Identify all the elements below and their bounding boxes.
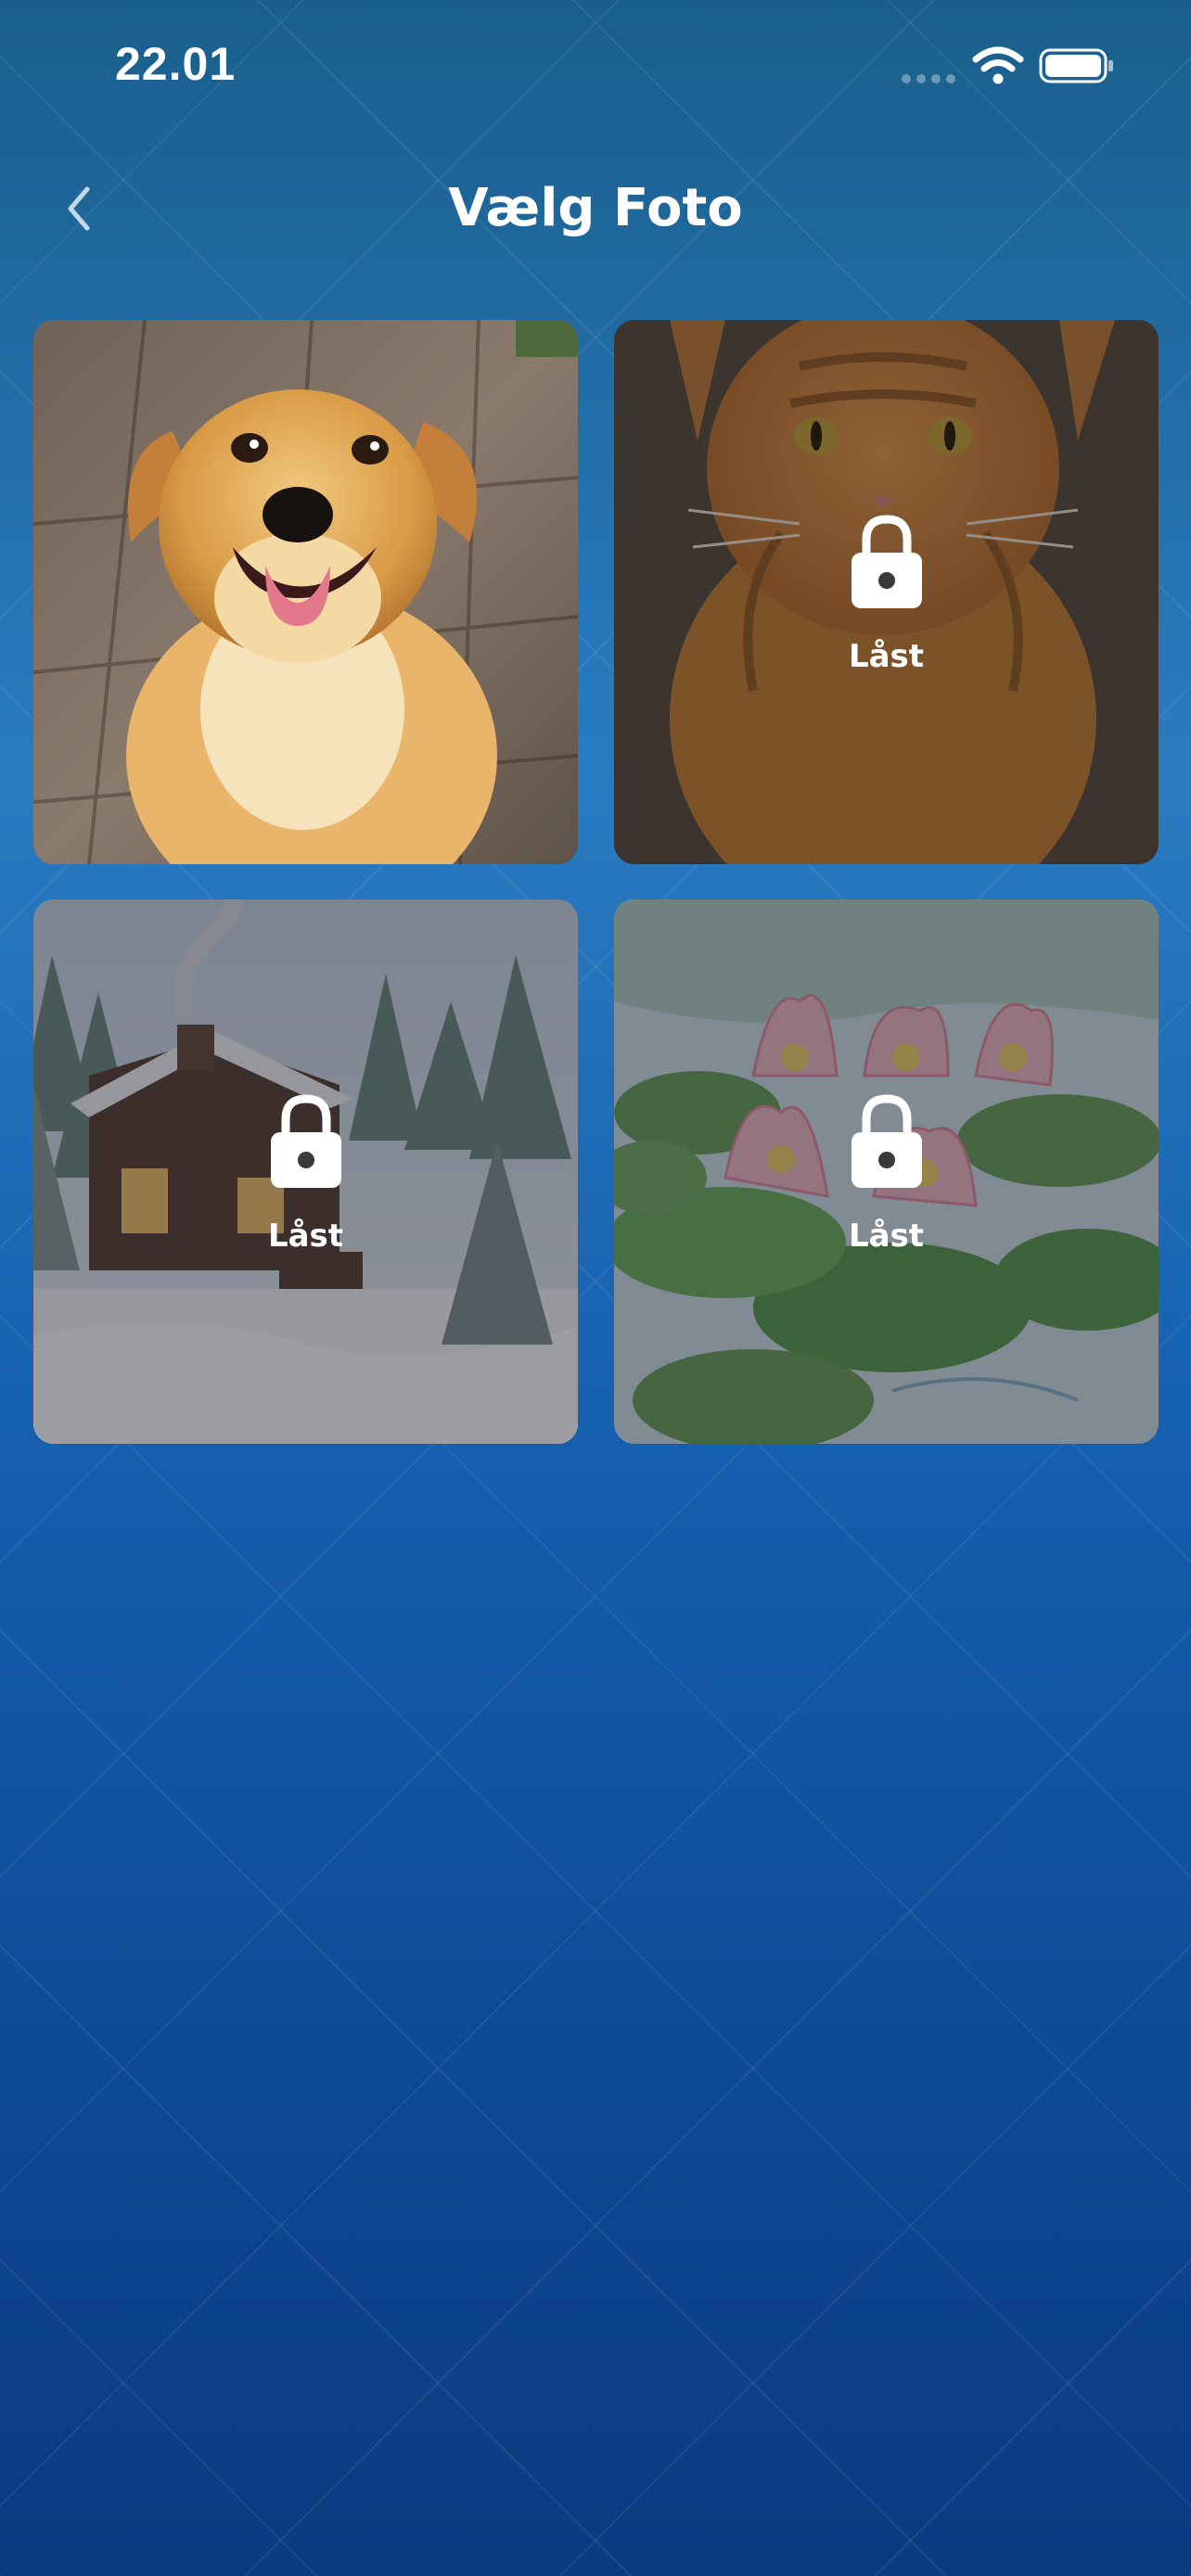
status-bar: 22.01 xyxy=(0,0,1191,139)
wifi-icon xyxy=(972,46,1024,84)
locked-label: Låst xyxy=(848,1217,925,1255)
status-time: 22.01 xyxy=(115,38,237,90)
photo-grid: Låst Låst Låst xyxy=(33,320,1159,1444)
lock-icon xyxy=(851,514,922,608)
page-title: Vælg Foto xyxy=(448,178,743,238)
battery-icon xyxy=(1039,48,1113,83)
photo-tile-dog[interactable] xyxy=(33,320,578,864)
photo-tile-cat[interactable]: Låst xyxy=(614,320,1159,864)
locked-overlay: Låst xyxy=(614,320,1159,864)
navigation-bar: Vælg Foto xyxy=(0,167,1191,250)
dog-image xyxy=(33,320,578,864)
cellular-signal-icon xyxy=(902,74,955,83)
locked-label: Låst xyxy=(848,637,925,675)
photo-tile-water-lilies[interactable]: Låst xyxy=(614,899,1159,1444)
lock-icon xyxy=(270,1093,341,1188)
photo-tile-winter-cabin[interactable]: Låst xyxy=(33,899,578,1444)
locked-overlay: Låst xyxy=(614,899,1159,1444)
locked-overlay: Låst xyxy=(33,899,578,1444)
locked-label: Låst xyxy=(267,1217,344,1255)
lock-icon xyxy=(851,1093,922,1188)
